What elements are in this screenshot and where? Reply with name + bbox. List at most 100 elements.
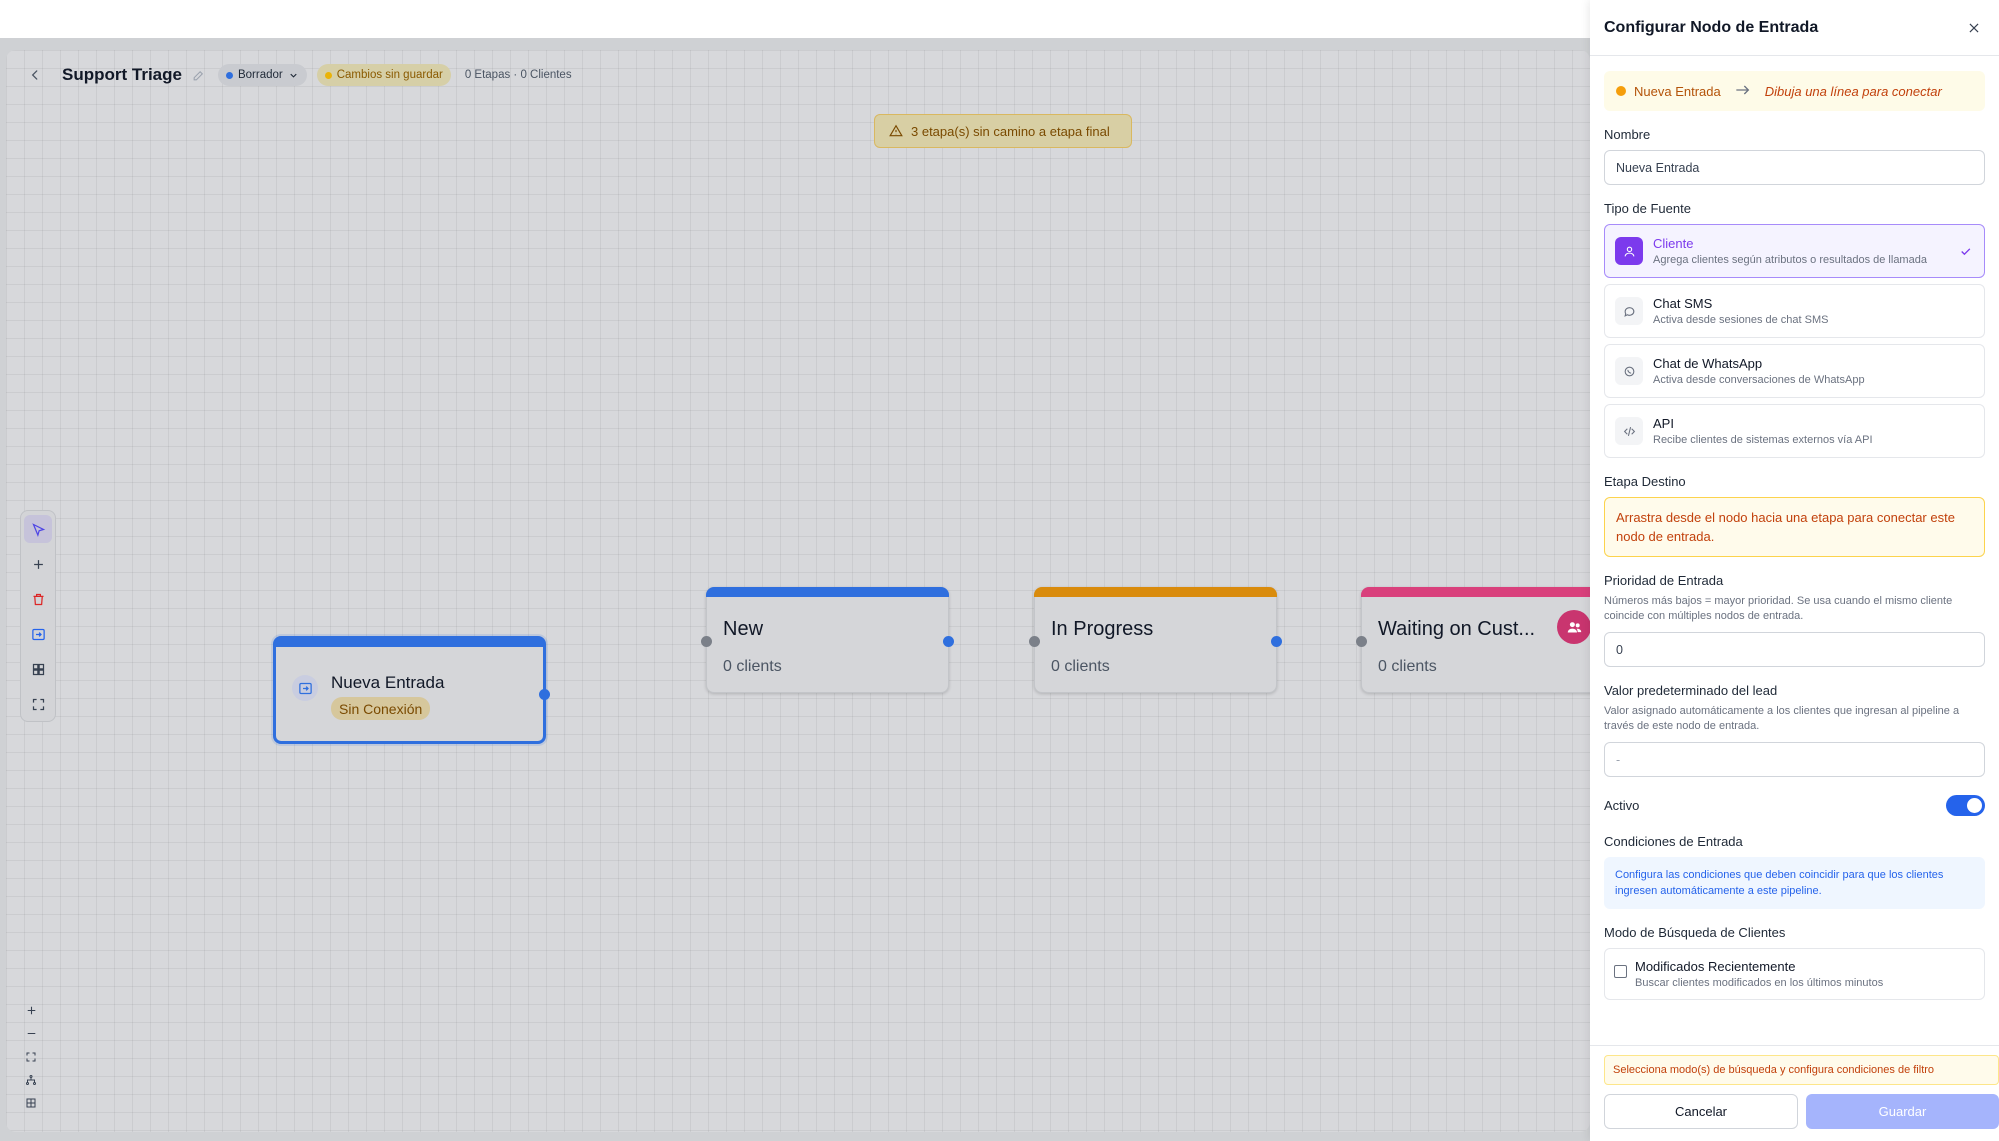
source-option-sms[interactable]: Chat SMS Activa desde sesiones de chat S… [1604,284,1985,338]
save-button[interactable]: Guardar [1806,1094,1999,1129]
conditions-info: Configura las condiciones que deben coin… [1604,857,1985,909]
pencil-icon[interactable] [192,67,208,83]
toggle-knob [1967,798,1982,813]
hierarchy-icon [26,1074,36,1085]
stage-clients: 0 clients [723,658,782,675]
select-tool[interactable] [24,515,52,543]
priority-label: Prioridad de Entrada [1604,573,1724,588]
arrow-right-icon [1735,84,1751,99]
dest-stage-label: Etapa Destino [1604,474,1686,489]
source-desc: Agrega clientes según atributos o result… [1653,254,1927,266]
priority-input[interactable]: 0 [1604,632,1985,667]
footer-warning: Selecciona modo(s) de búsqueda y configu… [1604,1055,1999,1085]
code-icon [1615,417,1643,445]
stage-name: New [723,618,764,640]
source-desc: Activa desde conversaciones de WhatsApp [1653,374,1865,386]
check-icon [1959,245,1972,263]
status-label: Borrador [237,69,283,81]
pipeline-counts: 0 Etapas · 0 Clientes [464,69,572,81]
active-row: Activo [1604,795,1985,816]
chevron-left-icon [31,70,38,80]
lead-value-input[interactable]: - [1604,742,1985,777]
close-icon [1969,23,1979,32]
stage-color-bar [706,587,949,597]
entry-node-name: Nueva Entrada [331,673,445,692]
connection-hint: Nueva Entrada Dibuja una línea para cone… [1604,71,1985,111]
stage-output-handle[interactable] [1271,636,1282,647]
stage-color-bar [1034,587,1277,597]
unsaved-dot [324,71,332,79]
auto-layout-button[interactable] [20,1071,42,1088]
pipeline-canvas[interactable]: Support Triage Borrador Cambios sin guar… [6,50,1590,1132]
panel-header: Configurar Nodo de Entrada [1590,0,1999,56]
entry-node-tool[interactable] [24,620,52,648]
expand-icon [26,1052,36,1061]
unsaved-badge: Cambios sin guardar [316,64,451,86]
stage-input-handle[interactable] [701,636,712,647]
search-mode-option[interactable]: Modificados Recientemente Buscar cliente… [1604,948,1985,1000]
user-icon [1615,237,1643,265]
chat-bubble-icon [1615,297,1643,325]
source-desc: Recibe clientes de sistemas externos vía… [1653,434,1873,446]
search-mode-label: Modo de Búsqueda de Clientes [1604,925,1786,940]
grid-tool[interactable] [24,655,52,683]
source-option-cliente[interactable]: Cliente Agrega clientes según atributos … [1604,224,1985,278]
zoom-controls [18,1002,44,1111]
entry-node-bar [275,638,544,647]
zoom-out-button[interactable] [20,1025,42,1042]
active-label: Activo [1604,798,1640,813]
cursor-icon [31,522,45,537]
panel-footer: Selecciona modo(s) de búsqueda y configu… [1590,1045,1999,1141]
chevron-down-icon [290,73,297,78]
warning-triangle-icon [889,124,903,137]
search-mode-checkbox[interactable] [1614,965,1627,978]
canvas-header: Support Triage Borrador Cambios sin guar… [6,50,1590,100]
trash-icon [33,593,43,605]
top-strip [0,0,1590,38]
fit-view-tool[interactable] [24,690,52,718]
users-icon [1557,610,1590,644]
source-option-whatsapp[interactable]: Chat de WhatsApp Activa desde conversaci… [1604,344,1985,398]
stage-color-bar [1361,587,1590,597]
connection-hint-text: Dibuja una línea para conectar [1764,83,1942,99]
source-option-api[interactable]: API Recibe clientes de sistemas externos… [1604,404,1985,458]
stage-input-handle[interactable] [1029,636,1040,647]
stage-node[interactable]: Waiting on Cust... 0 clients [1356,587,1590,693]
dest-warning: Arrastra desde el nodo hacia una etapa p… [1604,497,1985,557]
panel-body[interactable]: Nueva Entrada Dibuja una línea para cone… [1590,57,1999,1057]
stage-clients: 0 clients [1051,658,1110,675]
source-title: Chat SMS [1653,296,1713,311]
cancel-button[interactable]: Cancelar [1604,1094,1798,1129]
add-stage-tool[interactable] [24,550,52,578]
path-warning-banner: 3 etapa(s) sin camino a etapa final [874,114,1132,148]
stage-node[interactable]: New 0 clients [701,587,954,693]
fit-view-button[interactable] [20,1048,42,1065]
status-dot [225,71,233,79]
status-dropdown[interactable]: Borrador [217,64,307,86]
stage-output-handle[interactable] [943,636,954,647]
zoom-in-button[interactable] [20,1002,42,1019]
panel-title: Configurar Nodo de Entrada [1604,18,1819,36]
search-mode-title: Modificados Recientemente [1635,959,1796,974]
close-button[interactable] [1963,17,1985,39]
source-title: API [1653,416,1674,431]
source-desc: Activa desde sesiones de chat SMS [1653,314,1829,326]
minimap-button[interactable] [20,1094,42,1111]
entry-node[interactable]: Nueva Entrada Sin Conexión [273,636,550,744]
source-type-label: Tipo de Fuente [1604,201,1691,216]
source-title: Chat de WhatsApp [1653,356,1763,371]
stage-input-handle[interactable] [1356,636,1367,647]
connection-node-label: Nueva Entrada [1634,83,1721,99]
entry-output-handle[interactable] [539,689,550,700]
whatsapp-icon [1615,357,1643,385]
active-toggle[interactable] [1946,795,1985,816]
delete-tool[interactable] [24,585,52,613]
stage-clients: 0 clients [1378,658,1437,675]
priority-help: Números más bajos = mayor prioridad. Se … [1604,595,1953,622]
plus-icon [27,1006,35,1015]
stage-node[interactable]: In Progress 0 clients [1029,587,1282,693]
back-button[interactable] [22,62,48,88]
name-input[interactable]: Nueva Entrada [1604,150,1985,185]
grid-icon [32,663,44,675]
lead-value-label: Valor predeterminado del lead [1604,683,1778,698]
